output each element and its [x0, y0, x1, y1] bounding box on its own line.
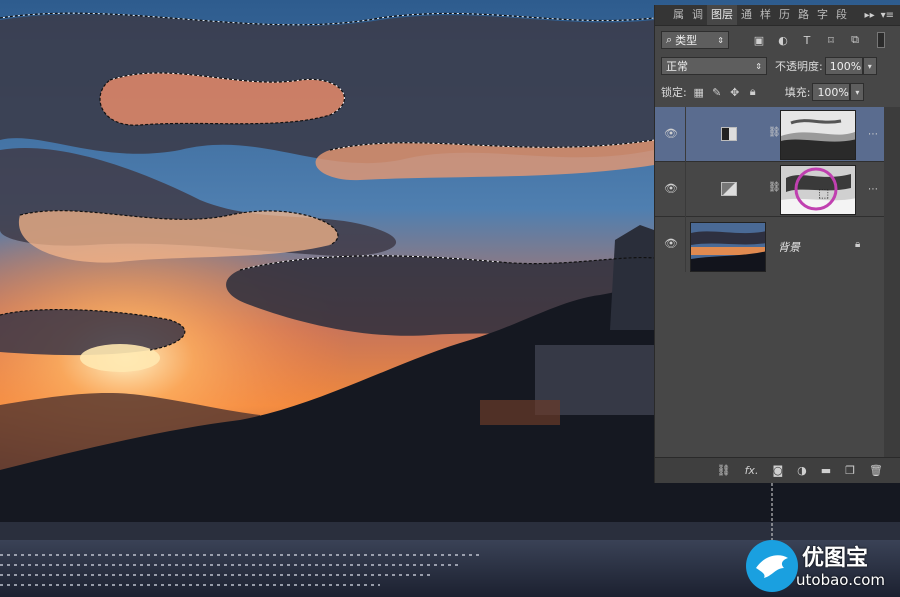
layers-footer: ⛓︎ fx. ◙ ◑ ▬ ❐ 🗑︎ — [655, 457, 900, 483]
divider — [685, 217, 686, 272]
filter-row: ⌕ 类型 ⇕ ▣ ◐ T ⌑ ⧉ — [655, 27, 900, 53]
layers-scrollbar[interactable] — [884, 107, 900, 457]
lock-position-icon[interactable]: ✥ — [727, 84, 743, 100]
fill-input[interactable]: 100% — [812, 83, 851, 101]
tab-layers[interactable]: 图层 — [707, 5, 737, 25]
tab-styles[interactable]: 样 — [756, 5, 775, 25]
fx-icon[interactable]: fx. — [745, 464, 759, 477]
tab-history[interactable]: 历 — [775, 5, 794, 25]
new-layer-icon[interactable]: ❐ — [845, 464, 855, 477]
lock-icon: 🔒︎ — [855, 239, 861, 250]
tab-channels[interactable]: 通 — [737, 5, 756, 25]
folder-icon[interactable]: ▬ — [821, 464, 831, 477]
layers-panel: 属 调 图层 通 样 历 路 字 段 ▸▸ ▾≡ ⌕ 类型 ⇕ ▣ ◐ T ⌑ … — [654, 5, 900, 483]
bird-logo-icon — [746, 540, 798, 592]
opacity-label: 不透明度: — [775, 60, 823, 73]
layer-row-background[interactable]: 👁︎ 背景 🔒︎ — [655, 217, 884, 275]
blend-mode-value: 正常 — [666, 60, 688, 73]
more-icon[interactable]: ⋯ — [868, 184, 878, 195]
filter-smartobject-icon[interactable]: ⧉ — [847, 32, 863, 48]
watermark: 优图宝 utobao.com — [744, 538, 900, 597]
filter-kind-select[interactable]: ⌕ 类型 ⇕ — [661, 31, 729, 49]
lock-paint-icon[interactable]: ✎ — [709, 84, 725, 100]
watermark-url: utobao.com — [796, 571, 885, 589]
blend-row: 正常 ⇕ 不透明度: 100% ▾ — [655, 53, 900, 79]
cloud-glow-1 — [100, 72, 345, 126]
opacity-input[interactable]: 100% — [824, 57, 863, 75]
layer-name: 背景 — [778, 241, 800, 254]
fill-value: 100% — [817, 85, 849, 99]
filter-adjustment-icon[interactable]: ◐ — [775, 32, 791, 48]
search-icon: ⌕ — [666, 33, 673, 46]
pagoda — [610, 225, 654, 330]
layers-list: 👁︎ ⛓︎ ⋯ 👁︎ ⛓︎ ⬚ ⋯ 👁︎ 背景 🔒︎ — [655, 107, 884, 457]
lock-label: 锁定: — [661, 86, 687, 99]
panel-menu-icon[interactable]: ▾≡ — [881, 10, 894, 21]
eye-icon[interactable]: 👁︎ — [663, 182, 679, 196]
link-chain-icon[interactable]: ⛓︎ — [768, 127, 781, 138]
highlight-circle — [794, 167, 838, 211]
filter-kind-label: 类型 — [675, 34, 698, 47]
curves-adjustment-icon — [721, 182, 737, 196]
cursor-icon: ⬚ — [818, 186, 830, 200]
filter-pixel-icon[interactable]: ▣ — [751, 32, 767, 48]
layer-thumbnail[interactable] — [690, 222, 766, 272]
panel-tabs: 属 调 图层 通 样 历 路 字 段 ▸▸ ▾≡ — [655, 5, 900, 26]
eye-icon[interactable]: 👁︎ — [663, 127, 679, 141]
filter-type-icon[interactable]: T — [799, 32, 815, 48]
fill-label: 填充: — [784, 86, 811, 99]
lock-transparent-icon[interactable]: ▦ — [691, 84, 707, 100]
panel-collapse-icon[interactable]: ▸▸ — [865, 10, 875, 21]
layer-row-adjustment-2[interactable]: 👁︎ ⛓︎ ⬚ ⋯ — [655, 162, 884, 217]
lock-row: 锁定: ▦ ✎ ✥ 🔒︎ 填充: 100% ▾ — [655, 79, 900, 105]
watermark-brand: 优图宝 — [802, 546, 869, 571]
divider — [685, 107, 686, 162]
more-icon[interactable]: ⋯ — [868, 129, 878, 140]
fill-dropdown-button[interactable]: ▾ — [850, 83, 865, 101]
chevron-down-icon: ▾ — [867, 61, 872, 71]
adjustment-layer-icon[interactable]: ◑ — [797, 464, 807, 477]
tab-character[interactable]: 字 — [813, 5, 832, 25]
levels-adjustment-icon — [721, 127, 737, 141]
eye-icon[interactable]: 👁︎ — [663, 237, 679, 251]
filter-toggle-switch[interactable] — [877, 32, 885, 48]
layer-row-adjustment-1[interactable]: 👁︎ ⛓︎ ⋯ — [655, 107, 884, 162]
lock-all-icon[interactable]: 🔒︎ — [745, 84, 761, 100]
link-chain-icon[interactable]: ⛓︎ — [768, 182, 781, 193]
divider — [685, 162, 686, 217]
tab-paths[interactable]: 路 — [794, 5, 813, 25]
tab-properties[interactable]: 属 — [669, 5, 688, 25]
chevron-down-icon: ▾ — [855, 87, 860, 97]
filter-shape-icon[interactable]: ⌑ — [823, 32, 839, 48]
chevron-updown-icon: ⇕ — [717, 35, 724, 45]
add-mask-icon[interactable]: ◙ — [772, 464, 783, 477]
opacity-dropdown-button[interactable]: ▾ — [862, 57, 877, 75]
chevron-updown-icon: ⇕ — [755, 61, 762, 71]
layer-mask-thumbnail[interactable] — [780, 110, 856, 160]
trash-icon[interactable]: 🗑︎ — [869, 464, 883, 477]
tab-adjustments[interactable]: 调 — [688, 5, 707, 25]
opacity-value: 100% — [829, 59, 862, 73]
blend-mode-select[interactable]: 正常 ⇕ — [661, 57, 767, 75]
link-layers-icon[interactable]: ⛓︎ — [717, 464, 731, 477]
tab-paragraph[interactable]: 段 — [832, 5, 851, 25]
